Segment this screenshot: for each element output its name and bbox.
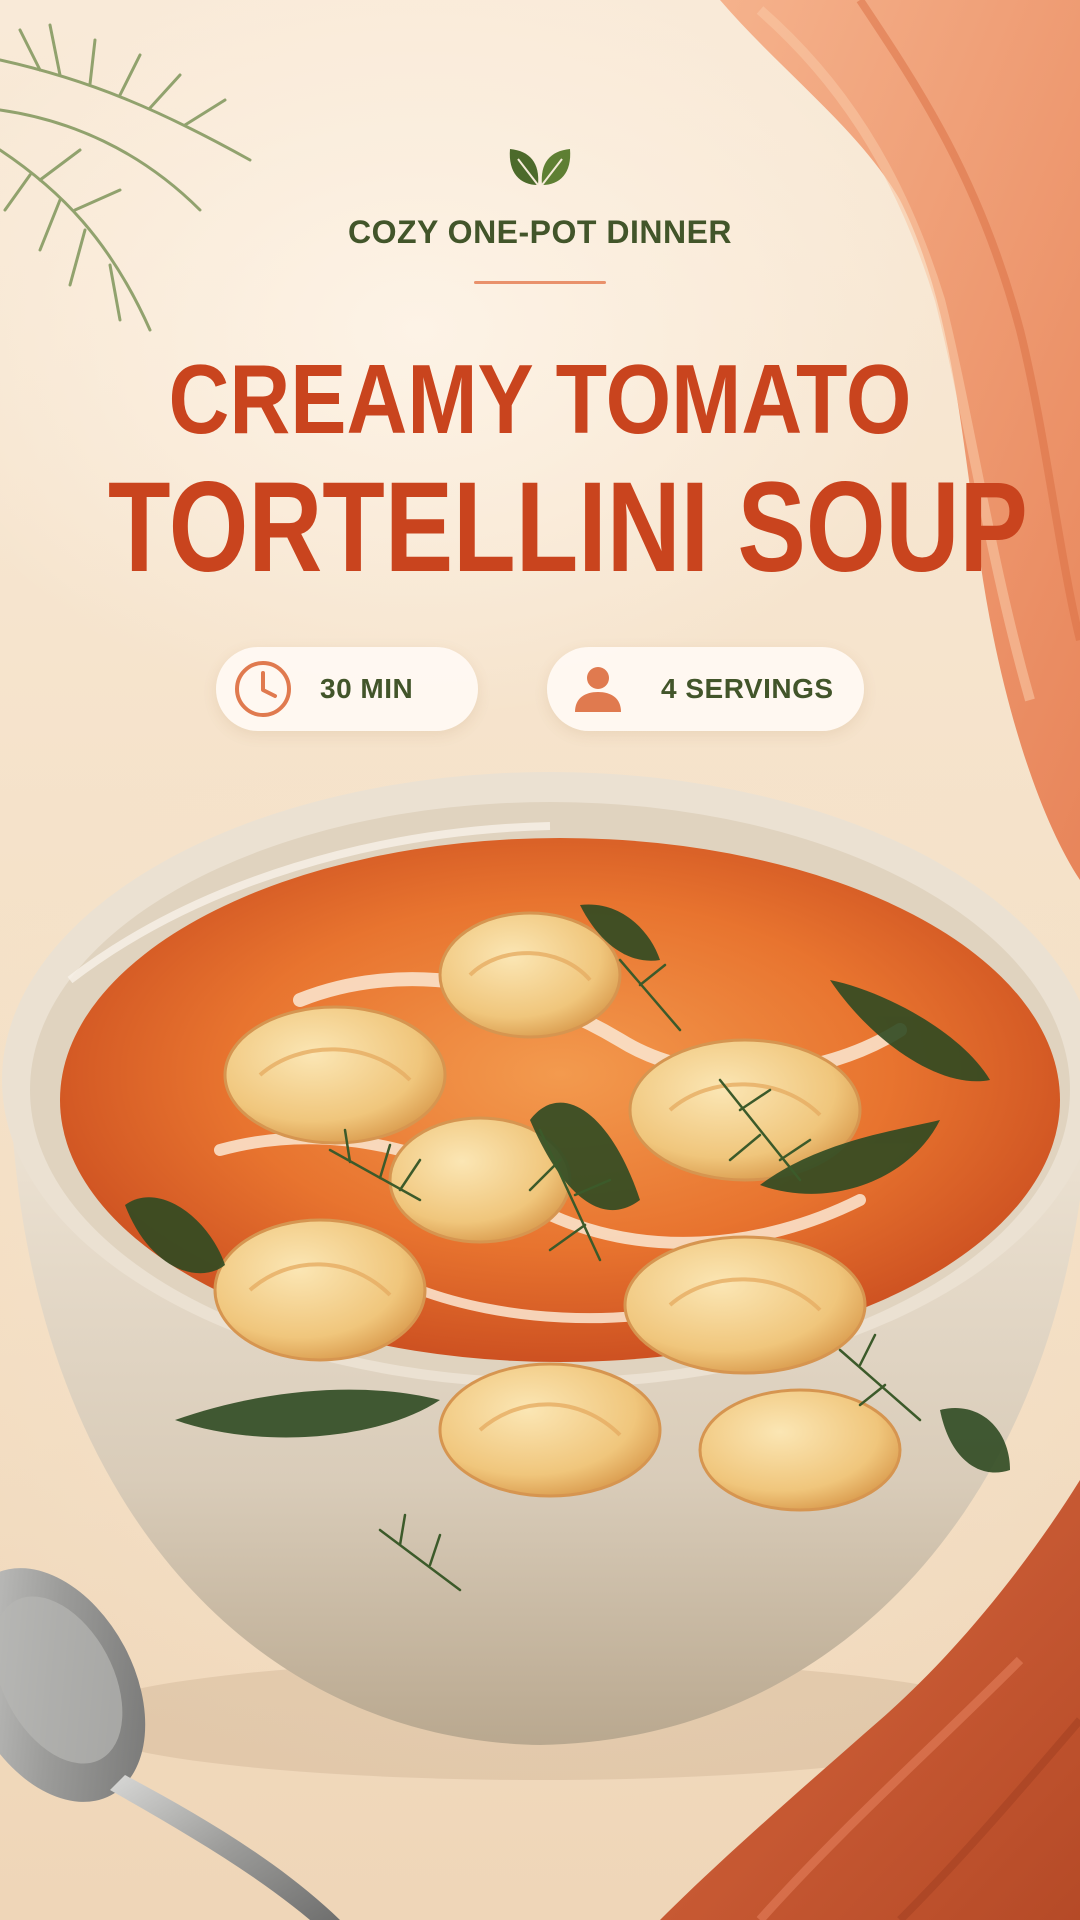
food-photo <box>0 0 1080 1920</box>
recipe-kicker: COZY ONE-POT DINNER <box>347 214 733 250</box>
servings-label: 4 SERVINGS <box>661 673 834 704</box>
recipe-poster: COZY ONE-POT DINNER CREAMY TOMATO TORTEL… <box>0 0 1080 1920</box>
servings-badge: 4 SERVINGS <box>547 647 864 731</box>
leaf-icon <box>509 149 571 186</box>
person-icon <box>575 667 621 712</box>
dill-sprig <box>0 23 252 332</box>
time-label: 30 MIN <box>320 673 414 704</box>
time-badge: 30 MIN <box>216 647 478 731</box>
clock-icon <box>235 661 291 717</box>
recipe-title-line-1: CREAMY TOMATO <box>168 344 912 454</box>
recipe-title-line-2: TORTELLINI SOUP <box>108 456 1028 599</box>
kicker-divider <box>474 281 606 284</box>
